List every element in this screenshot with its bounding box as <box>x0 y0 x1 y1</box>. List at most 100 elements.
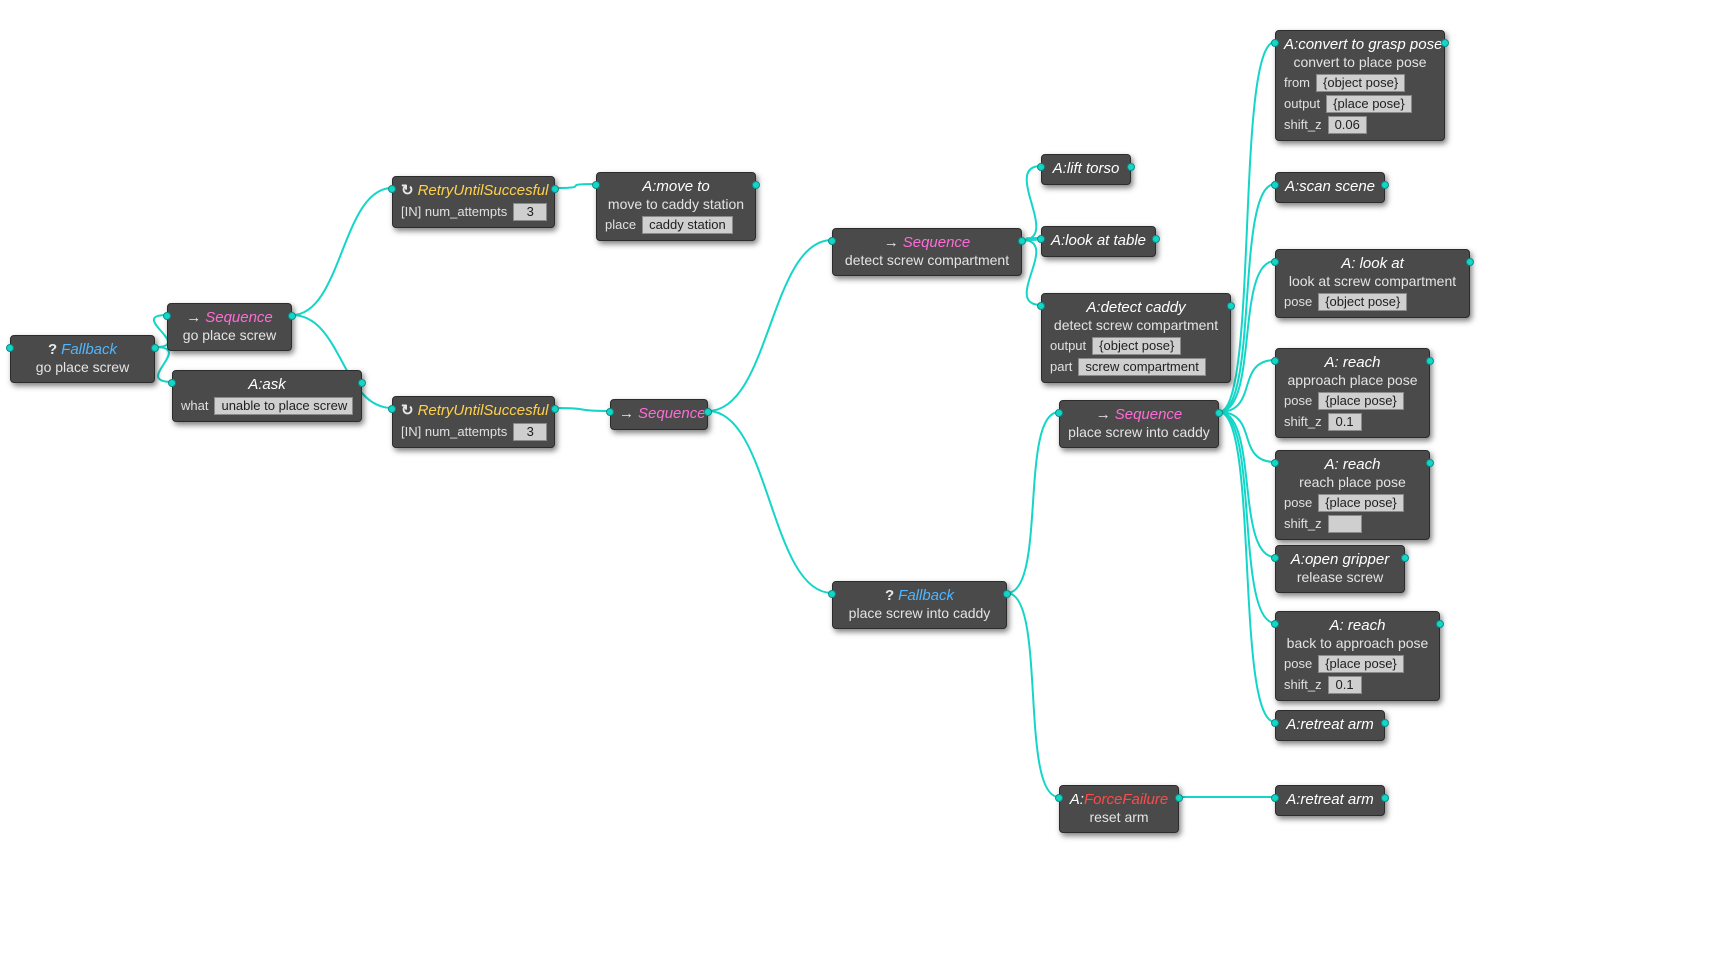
bt-node-force_fail[interactable]: A:ForceFailurereset arm <box>1059 785 1179 833</box>
bt-node-moveto[interactable]: A:move tomove to caddy stationplacecaddy… <box>596 172 756 241</box>
edge <box>1219 412 1275 462</box>
port-in[interactable] <box>1037 302 1045 310</box>
node-title: A:lift torso <box>1053 160 1120 177</box>
port-in[interactable] <box>1271 39 1279 47</box>
port-in[interactable] <box>6 344 14 352</box>
bt-node-seq_go_place[interactable]: →Sequencego place screw <box>167 303 292 351</box>
bt-node-seq_detect[interactable]: →Sequencedetect screw compartment <box>832 228 1022 276</box>
port-in[interactable] <box>1271 554 1279 562</box>
port-in[interactable] <box>1271 258 1279 266</box>
edge-layer <box>0 0 1712 968</box>
edge <box>1022 240 1041 305</box>
param-field[interactable]: 0.1 <box>1328 413 1362 431</box>
port-out[interactable] <box>1152 235 1160 243</box>
edge <box>708 240 832 411</box>
port-out[interactable] <box>1003 590 1011 598</box>
bt-node-convert_grasp[interactable]: A:convert to grasp poseconvert to place … <box>1275 30 1445 141</box>
node-param: shift_z0.1 <box>1284 413 1421 431</box>
bt-node-retreat2[interactable]: A:retreat arm <box>1275 785 1385 816</box>
port-in[interactable] <box>828 237 836 245</box>
bt-node-look_table[interactable]: A:look at table <box>1041 226 1156 257</box>
port-in[interactable] <box>1271 181 1279 189</box>
bt-node-seq_place[interactable]: →Sequenceplace screw into caddy <box>1059 400 1219 448</box>
param-field[interactable]: {place pose} <box>1318 392 1404 410</box>
param-field[interactable] <box>1328 515 1362 533</box>
port-in[interactable] <box>1055 409 1063 417</box>
node-title: A:convert to grasp pose <box>1284 36 1442 53</box>
bt-node-reach_back[interactable]: A: reachback to approach posepose{place … <box>1275 611 1440 701</box>
port-in[interactable] <box>1037 235 1045 243</box>
port-out[interactable] <box>1215 409 1223 417</box>
bt-node-fallback_root[interactable]: ?Fallbackgo place screw <box>10 335 155 383</box>
port-out[interactable] <box>358 379 366 387</box>
bt-node-scan_scene[interactable]: A:scan scene <box>1275 172 1385 203</box>
bt-node-fallback_place[interactable]: ?Fallbackplace screw into caddy <box>832 581 1007 629</box>
port-out[interactable] <box>752 181 760 189</box>
port-in[interactable] <box>1271 794 1279 802</box>
port-in[interactable] <box>606 408 614 416</box>
bt-node-look_at[interactable]: A: look atlook at screw compartmentpose{… <box>1275 249 1470 318</box>
port-out[interactable] <box>1441 39 1449 47</box>
param-field[interactable]: {place pose} <box>1326 95 1412 113</box>
bt-node-lift_torso[interactable]: A:lift torso <box>1041 154 1131 185</box>
param-field[interactable]: caddy station <box>642 216 733 234</box>
port-in[interactable] <box>388 405 396 413</box>
param-label: pose <box>1284 294 1312 310</box>
port-out[interactable] <box>1381 181 1389 189</box>
port-out[interactable] <box>1426 357 1434 365</box>
port-out[interactable] <box>1436 620 1444 628</box>
port-out[interactable] <box>551 405 559 413</box>
param-field[interactable]: {place pose} <box>1318 655 1404 673</box>
port-in[interactable] <box>1055 794 1063 802</box>
bt-node-open_grip[interactable]: A:open gripperrelease screw <box>1275 545 1405 593</box>
param-field[interactable]: 0.06 <box>1328 116 1367 134</box>
param-field[interactable]: unable to place screw <box>214 397 353 415</box>
node-subtitle: move to caddy station <box>605 196 747 213</box>
bt-node-ask[interactable]: A:askwhatunable to place screw <box>172 370 362 422</box>
param-field[interactable]: screw compartment <box>1078 358 1205 376</box>
port-in[interactable] <box>163 312 171 320</box>
bt-node-seq_mid[interactable]: →Sequence <box>610 399 708 430</box>
port-in[interactable] <box>388 185 396 193</box>
port-out[interactable] <box>1018 237 1026 245</box>
bt-node-detect_caddy[interactable]: A:detect caddydetect screw compartmentou… <box>1041 293 1231 383</box>
port-out[interactable] <box>1175 794 1183 802</box>
bt-node-reach_place[interactable]: A: reachreach place posepose{place pose}… <box>1275 450 1430 540</box>
port-in[interactable] <box>1271 719 1279 727</box>
node-param: shift_z0.06 <box>1284 116 1436 134</box>
port-out[interactable] <box>1401 554 1409 562</box>
port-out[interactable] <box>551 185 559 193</box>
port-out[interactable] <box>704 408 712 416</box>
bt-node-reach_approach[interactable]: A: reachapproach place posepose{place po… <box>1275 348 1430 438</box>
param-field[interactable]: {object pose} <box>1092 337 1181 355</box>
bt-node-retry1[interactable]: ↻RetryUntilSuccesful[IN] num_attempts3 <box>392 176 555 228</box>
param-field[interactable]: 0.1 <box>1328 676 1362 694</box>
port-out[interactable] <box>1227 302 1235 310</box>
port-in[interactable] <box>1037 163 1045 171</box>
bt-node-retreat1[interactable]: A:retreat arm <box>1275 710 1385 741</box>
param-field[interactable]: {object pose} <box>1318 293 1407 311</box>
node-subtitle: release screw <box>1284 569 1396 586</box>
port-in[interactable] <box>1271 459 1279 467</box>
port-out[interactable] <box>1381 794 1389 802</box>
port-out[interactable] <box>1426 459 1434 467</box>
port-in[interactable] <box>168 379 176 387</box>
node-param: pose{place pose} <box>1284 494 1421 512</box>
port-out[interactable] <box>1381 719 1389 727</box>
node-param: shift_z <box>1284 515 1421 533</box>
port-out[interactable] <box>1127 163 1135 171</box>
param-field[interactable]: 3 <box>513 423 547 441</box>
port-out[interactable] <box>1466 258 1474 266</box>
port-in[interactable] <box>1271 620 1279 628</box>
param-field[interactable]: {place pose} <box>1318 494 1404 512</box>
param-field[interactable]: {object pose} <box>1316 74 1405 92</box>
port-in[interactable] <box>1271 357 1279 365</box>
param-label: shift_z <box>1284 677 1322 693</box>
port-in[interactable] <box>828 590 836 598</box>
port-out[interactable] <box>151 344 159 352</box>
port-out[interactable] <box>288 312 296 320</box>
param-field[interactable]: 3 <box>513 203 547 221</box>
port-in[interactable] <box>592 181 600 189</box>
node-title: A: look at <box>1341 255 1404 272</box>
bt-node-retry2[interactable]: ↻RetryUntilSuccesful[IN] num_attempts3 <box>392 396 555 448</box>
